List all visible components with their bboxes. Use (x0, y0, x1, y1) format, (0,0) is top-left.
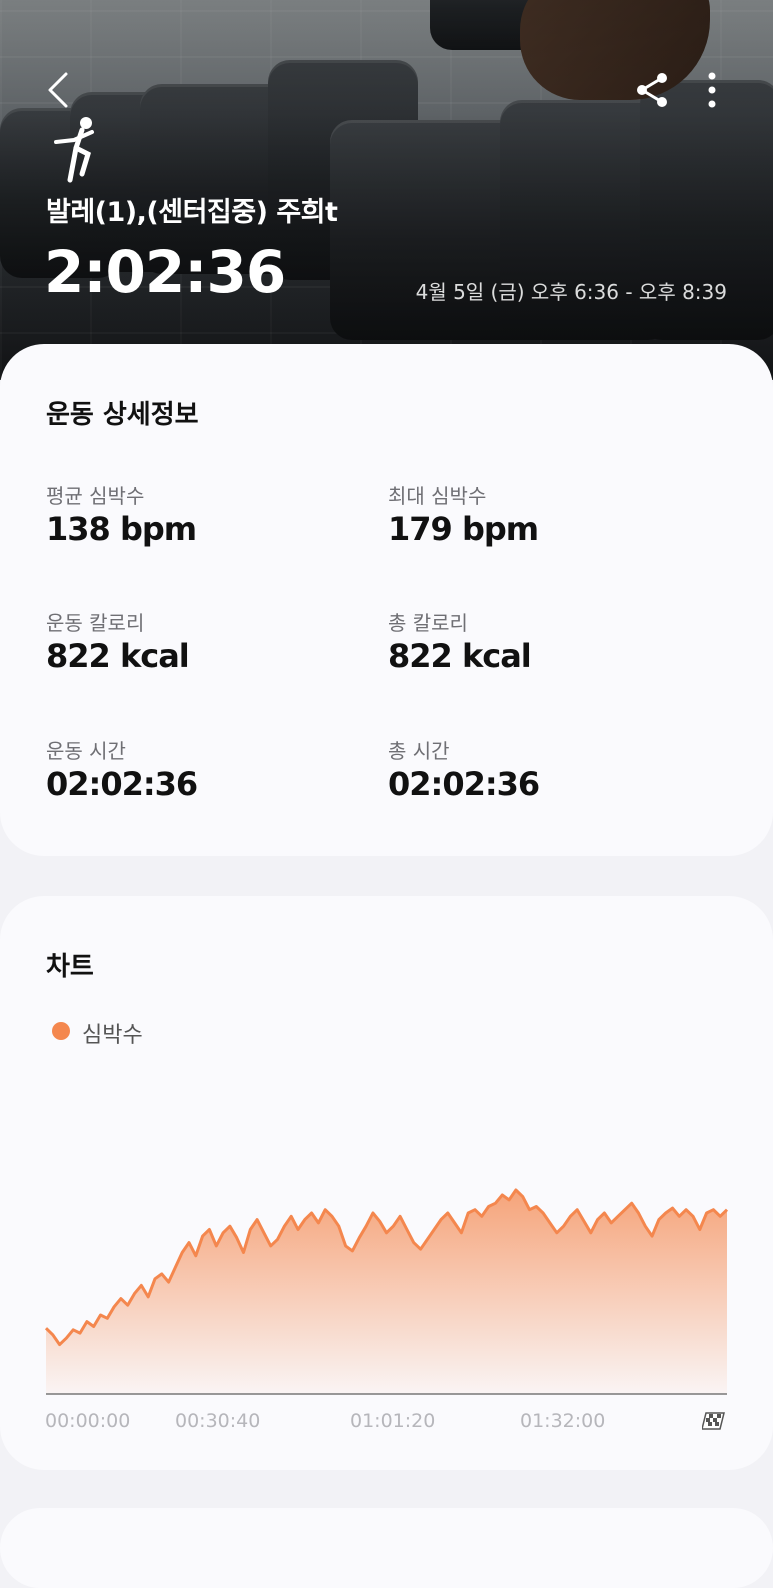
checkered-flag-icon (702, 1412, 725, 1430)
chevron-left-icon[interactable] (40, 68, 84, 112)
x-tick-label: 01:01:20 (350, 1410, 436, 1432)
workout-time-value: 02:02:36 (46, 765, 198, 803)
x-tick-label: 00:00:00 (45, 1410, 131, 1432)
total-calories-label: 총 칼로리 (388, 611, 468, 635)
chart-title: 차트 (46, 952, 94, 982)
max-heart-rate-label: 최대 심박수 (388, 484, 487, 508)
workout-calories-label: 운동 칼로리 (46, 611, 145, 635)
next-card (0, 1508, 773, 1588)
workout-duration: 2:02:36 (44, 238, 286, 306)
workout-calories-value: 822 kcal (46, 637, 190, 675)
max-heart-rate-value: 179 bpm (388, 510, 539, 548)
legend-label: 심박수 (82, 1023, 143, 1048)
avg-heart-rate-value: 138 bpm (46, 510, 197, 548)
x-tick-label: 01:32:00 (520, 1410, 606, 1432)
total-time-value: 02:02:36 (388, 765, 540, 803)
workout-time-label: 운동 시간 (46, 739, 126, 763)
heart-rate-area (46, 1190, 727, 1394)
heart-rate-chart (44, 1188, 729, 1395)
share-icon[interactable] (630, 68, 674, 112)
x-tick-label: 00:30:40 (175, 1410, 261, 1432)
ballet-dancer-icon (54, 117, 94, 183)
more-vertical-icon[interactable] (692, 68, 732, 112)
details-title: 운동 상세정보 (46, 400, 199, 430)
workout-date-range: 4월 5일 (금) 오후 6:36 - 오후 8:39 (415, 280, 727, 304)
workout-name: 발레(1),(센터집중) 주희t (46, 197, 338, 228)
total-time-label: 총 시간 (388, 739, 450, 763)
avg-heart-rate-label: 평균 심박수 (46, 484, 145, 508)
legend-dot (52, 1022, 70, 1040)
total-calories-value: 822 kcal (388, 637, 532, 675)
